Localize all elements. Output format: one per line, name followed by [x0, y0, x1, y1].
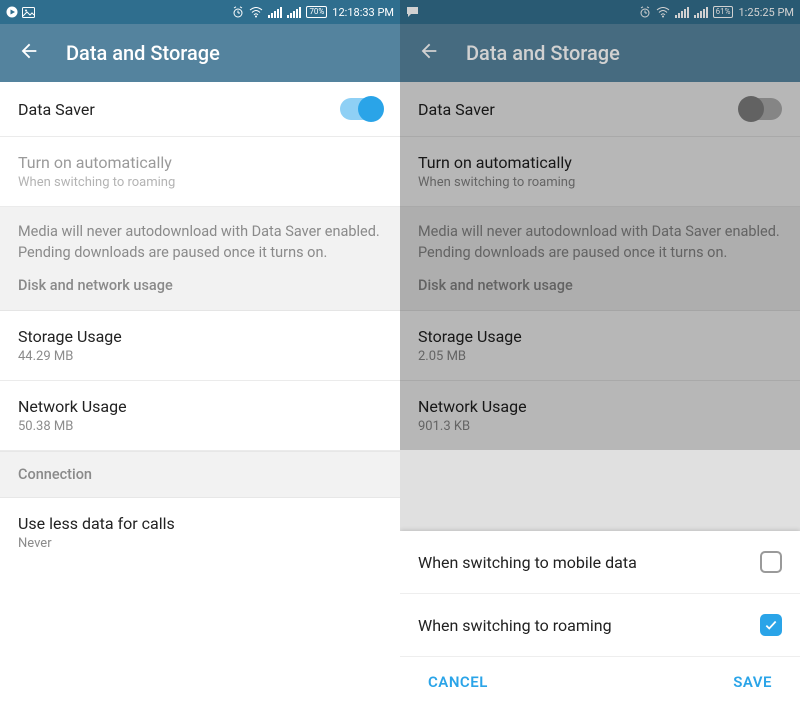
alarm-icon: [639, 6, 651, 18]
network-usage-title: Network Usage: [18, 397, 382, 416]
network-usage-title: Network Usage: [418, 397, 782, 416]
storage-usage-title: Storage Usage: [418, 327, 782, 346]
battery-level: 61%: [713, 6, 734, 18]
phone-left: 70% 12:18:33 PM Data and Storage Data Sa…: [0, 0, 400, 709]
option-mobile-data[interactable]: When switching to mobile data: [400, 531, 800, 594]
storage-usage-row[interactable]: Storage Usage 2.05 MB: [400, 311, 800, 381]
info-block: Media will never autodownload with Data …: [400, 207, 800, 311]
data-saver-toggle[interactable]: [340, 98, 382, 120]
clock-text: 1:25:25 PM: [738, 6, 794, 19]
page-title: Data and Storage: [466, 41, 620, 65]
data-saver-toggle[interactable]: [740, 98, 782, 120]
storage-usage-value: 2.05 MB: [418, 349, 782, 364]
info-text: Media will never autodownload with Data …: [18, 221, 382, 263]
info-block: Media will never autodownload with Data …: [0, 207, 400, 311]
status-bar: 70% 12:18:33 PM: [0, 0, 400, 24]
checkbox-roaming[interactable]: [760, 614, 782, 636]
connection-header: Connection: [0, 451, 400, 498]
data-saver-label: Data Saver: [18, 100, 95, 119]
back-icon[interactable]: [418, 40, 440, 67]
wifi-icon: [656, 7, 670, 18]
content: Data Saver Turn on automatically When sw…: [400, 82, 800, 709]
less-data-title: Use less data for calls: [18, 514, 382, 533]
cancel-button[interactable]: CANCEL: [428, 673, 488, 691]
signal1-icon: [268, 7, 282, 18]
chat-icon: [406, 6, 419, 18]
network-usage-value: 50.38 MB: [18, 419, 382, 434]
network-usage-value: 901.3 KB: [418, 419, 782, 434]
content: Data Saver Turn on automatically When sw…: [0, 82, 400, 709]
auto-on-row[interactable]: Turn on automatically When switching to …: [400, 137, 800, 207]
network-usage-row[interactable]: Network Usage 901.3 KB: [400, 381, 800, 450]
signal2-icon: [287, 7, 301, 18]
storage-usage-title: Storage Usage: [18, 327, 382, 346]
signal1-icon: [675, 7, 689, 18]
less-data-row[interactable]: Use less data for calls Never: [0, 498, 400, 567]
disk-network-header: Disk and network usage: [18, 277, 382, 294]
alarm-icon: [232, 6, 244, 18]
image-icon: [22, 7, 35, 18]
auto-on-title: Turn on automatically: [18, 153, 382, 172]
data-saver-label: Data Saver: [418, 100, 495, 119]
option-roaming[interactable]: When switching to roaming: [400, 594, 800, 657]
storage-usage-row[interactable]: Storage Usage 44.29 MB: [0, 311, 400, 381]
data-saver-row[interactable]: Data Saver: [400, 82, 800, 137]
auto-on-row[interactable]: Turn on automatically When switching to …: [0, 137, 400, 207]
phone-right: 61% 1:25:25 PM Data and Storage Data Sav…: [400, 0, 800, 709]
auto-on-sub: When switching to roaming: [418, 175, 782, 190]
page-title: Data and Storage: [66, 41, 220, 65]
network-usage-row[interactable]: Network Usage 50.38 MB: [0, 381, 400, 451]
disk-network-header: Disk and network usage: [418, 277, 782, 294]
option-mobile-label: When switching to mobile data: [418, 553, 637, 572]
dialog-actions: CANCEL SAVE: [400, 657, 800, 709]
app-bar: Data and Storage: [0, 24, 400, 82]
option-roaming-label: When switching to roaming: [418, 616, 612, 635]
status-bar: 61% 1:25:25 PM: [400, 0, 800, 24]
auto-on-dialog: When switching to mobile data When switc…: [400, 531, 800, 709]
checkbox-mobile[interactable]: [760, 551, 782, 573]
storage-usage-value: 44.29 MB: [18, 349, 382, 364]
info-text: Media will never autodownload with Data …: [418, 221, 782, 263]
back-icon[interactable]: [18, 40, 40, 67]
play-icon: [6, 6, 18, 18]
auto-on-title: Turn on automatically: [418, 153, 782, 172]
less-data-value: Never: [18, 536, 382, 551]
battery-level: 70%: [306, 6, 327, 18]
save-button[interactable]: SAVE: [733, 673, 772, 691]
data-saver-row[interactable]: Data Saver: [0, 82, 400, 137]
auto-on-sub: When switching to roaming: [18, 175, 382, 190]
wifi-icon: [249, 7, 263, 18]
signal2-icon: [694, 7, 708, 18]
clock-text: 12:18:33 PM: [332, 6, 394, 19]
app-bar: Data and Storage: [400, 24, 800, 82]
